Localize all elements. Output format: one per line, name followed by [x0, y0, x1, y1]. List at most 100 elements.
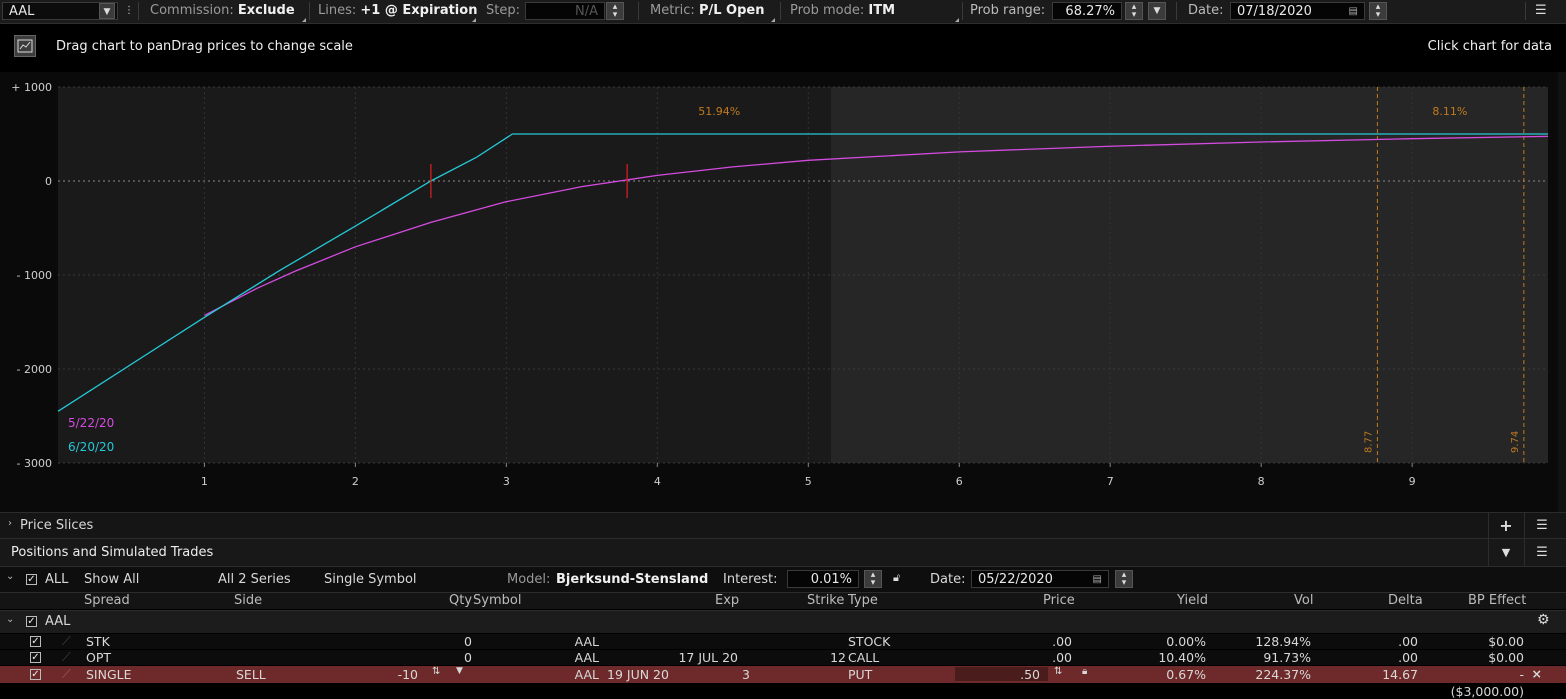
- x-tick-label: 7: [1107, 475, 1114, 488]
- positions-date-spinner[interactable]: ▴ ▾: [1115, 570, 1133, 588]
- row-symbol: AAL: [574, 634, 599, 649]
- toolbar-menu-icon[interactable]: ☰: [1535, 0, 1547, 22]
- chart-icon[interactable]: [14, 35, 36, 57]
- table-row[interactable]: ✓ ⟋ STK 0 AAL STOCK .00 0.00% 128.94% .0…: [0, 633, 1566, 649]
- table-row[interactable]: ✓ ⟋ OPT 0 AAL 17 JUL 20 12 CALL .00 10.4…: [0, 649, 1566, 665]
- step-spinner[interactable]: ▴ ▾: [606, 2, 624, 20]
- row-checkbox[interactable]: ✓: [30, 669, 41, 680]
- price-slices-row[interactable]: › Price Slices + ☰: [0, 512, 1566, 538]
- row-side[interactable]: SELL: [236, 667, 266, 682]
- col-bp-effect[interactable]: BP Effect: [1468, 593, 1526, 608]
- col-vol[interactable]: Vol: [1294, 593, 1313, 608]
- collapse-icon[interactable]: ▼: [1488, 539, 1523, 566]
- filter-chevron-icon[interactable]: ⌄: [6, 571, 14, 582]
- x-tick-label: 1: [201, 475, 208, 488]
- unlock-icon[interactable]: 🔓︎: [893, 571, 900, 585]
- prob-left-label: 51.94%: [698, 105, 740, 118]
- pl-chart[interactable]: + 1000 0 - 1000 - 2000 - 3000 1 2 3 4 5 6 7 8 9 8.77 9.…: [0, 72, 1566, 512]
- x-tick-label: 8: [1258, 475, 1265, 488]
- date-input[interactable]: 07/18/2020 ▤: [1230, 2, 1365, 20]
- col-yield[interactable]: Yield: [1177, 593, 1208, 608]
- row-strike[interactable]: 3: [742, 667, 750, 682]
- price-slices-menu-icon[interactable]: ☰: [1524, 513, 1559, 538]
- show-all-dropdown[interactable]: Show All: [84, 572, 139, 587]
- metric-label: Metric:: [650, 3, 695, 18]
- row-price[interactable]: .00: [1052, 634, 1072, 649]
- col-symbol[interactable]: Symbol: [473, 593, 521, 608]
- positions-calendar-icon[interactable]: ▤: [1093, 571, 1102, 589]
- commission-label: Commission:: [150, 3, 234, 18]
- row-exp[interactable]: 17 JUL 20: [678, 650, 738, 665]
- col-delta[interactable]: Delta: [1388, 593, 1423, 608]
- step-input[interactable]: N/A: [525, 2, 605, 20]
- group-settings-icon[interactable]: ⚙: [1537, 612, 1550, 628]
- date-spinner[interactable]: ▴ ▾: [1369, 2, 1387, 20]
- row-qty[interactable]: 0: [464, 634, 472, 649]
- row-exp[interactable]: 19 JUN 20: [607, 667, 669, 682]
- col-exp[interactable]: Exp: [715, 593, 739, 608]
- probmode-dropdown[interactable]: Prob mode: ITM: [790, 0, 895, 22]
- qty-spinner-icon[interactable]: ⇅: [432, 666, 440, 677]
- price-spinner-icon[interactable]: ⇅: [1054, 666, 1062, 677]
- x-tick-label: 5: [805, 475, 812, 488]
- row-spread[interactable]: SINGLE: [86, 667, 132, 682]
- positions-filter-bar: ⌄ ✓ ALL Show All All 2 Series Single Sym…: [0, 566, 1566, 592]
- positions-menu-icon[interactable]: ☰: [1524, 539, 1559, 566]
- row-price[interactable]: .50: [1020, 667, 1040, 682]
- col-price[interactable]: Price: [1043, 593, 1075, 608]
- commission-value: Exclude: [237, 3, 295, 18]
- group-label: AAL: [45, 614, 71, 629]
- chart-scrollbar[interactable]: [1558, 72, 1566, 512]
- commission-dropdown[interactable]: Commission: Exclude: [150, 0, 295, 22]
- price-slices-label: Price Slices: [20, 518, 94, 533]
- row-type: CALL: [848, 650, 880, 665]
- pl-chart-area[interactable]: + 1000 0 - 1000 - 2000 - 3000 1 2 3 4 5 6 7 8 9 8.77 9.…: [0, 72, 1566, 512]
- add-icon[interactable]: +: [1488, 513, 1523, 538]
- row-price[interactable]: .00: [1052, 650, 1072, 665]
- probrange-value: 68.27%: [1065, 4, 1115, 19]
- expand-chevron-icon[interactable]: ›: [8, 518, 12, 529]
- x-tick-label: 9: [1409, 475, 1416, 488]
- group-chevron-icon[interactable]: ⌄: [6, 614, 14, 625]
- row-delta: 14.67: [1382, 667, 1418, 682]
- metric-value: P/L Open: [698, 3, 765, 18]
- col-strike[interactable]: Strike: [807, 593, 844, 608]
- metric-dropdown[interactable]: Metric: P/L Open: [650, 0, 764, 22]
- calendar-icon[interactable]: ▤: [1349, 3, 1358, 21]
- row-qty[interactable]: 0: [464, 650, 472, 665]
- interest-spinner[interactable]: ▴ ▾: [864, 570, 882, 588]
- series-dropdown[interactable]: All 2 Series: [218, 572, 291, 587]
- symbol-dropdown-icon[interactable]: ▼: [99, 3, 115, 19]
- remove-row-icon[interactable]: ×: [1532, 666, 1542, 681]
- symbol-mode-dropdown[interactable]: Single Symbol: [324, 572, 417, 587]
- top-toolbar: AAL ▼ ⋮ Commission: Exclude Lines: +1 @ …: [0, 0, 1566, 24]
- row-qty[interactable]: -10: [398, 667, 418, 682]
- row-checkbox[interactable]: ✓: [30, 636, 41, 647]
- table-row-selected[interactable]: ✓ ⟋ SINGLE SELL -10 ⇅ ▼ AAL 19 JUN 20 3 …: [0, 666, 1566, 683]
- prob-right-label: 8.11%: [1432, 105, 1467, 118]
- all-checkbox[interactable]: ✓: [26, 574, 37, 585]
- probrange-dropdown-icon[interactable]: ▼: [1148, 2, 1166, 20]
- col-side[interactable]: Side: [234, 593, 262, 608]
- row-type[interactable]: PUT: [848, 667, 872, 682]
- col-spread[interactable]: Spread: [84, 593, 130, 608]
- symbol-menu-icon[interactable]: ⋮: [124, 0, 134, 22]
- lines-dropdown[interactable]: Lines: +1 @ Expiration: [318, 0, 477, 22]
- probmode-label: Prob mode:: [790, 3, 865, 18]
- qty-dropdown-icon[interactable]: ▼: [456, 666, 463, 676]
- col-type[interactable]: Type: [848, 593, 878, 608]
- row-strike[interactable]: 12: [830, 650, 846, 665]
- y-tick-label: 0: [45, 175, 52, 188]
- group-row-aal[interactable]: ⌄ ✓ AAL ⚙: [0, 610, 1566, 633]
- positions-date-input[interactable]: 05/22/2020 ▤: [971, 570, 1109, 588]
- probrange-input[interactable]: 68.27%: [1052, 2, 1122, 20]
- price-lock-icon[interactable]: 🔒︎: [1082, 666, 1087, 677]
- interest-input[interactable]: 0.01%: [787, 570, 859, 588]
- col-qty[interactable]: Qty: [449, 593, 472, 608]
- row-vol: 128.94%: [1255, 634, 1311, 649]
- row-checkbox[interactable]: ✓: [30, 652, 41, 663]
- group-checkbox[interactable]: ✓: [26, 616, 37, 627]
- model-value[interactable]: Bjerksund-Stensland: [556, 572, 708, 587]
- date-label: Date:: [1188, 3, 1224, 18]
- probrange-spinner[interactable]: ▴ ▾: [1125, 2, 1143, 20]
